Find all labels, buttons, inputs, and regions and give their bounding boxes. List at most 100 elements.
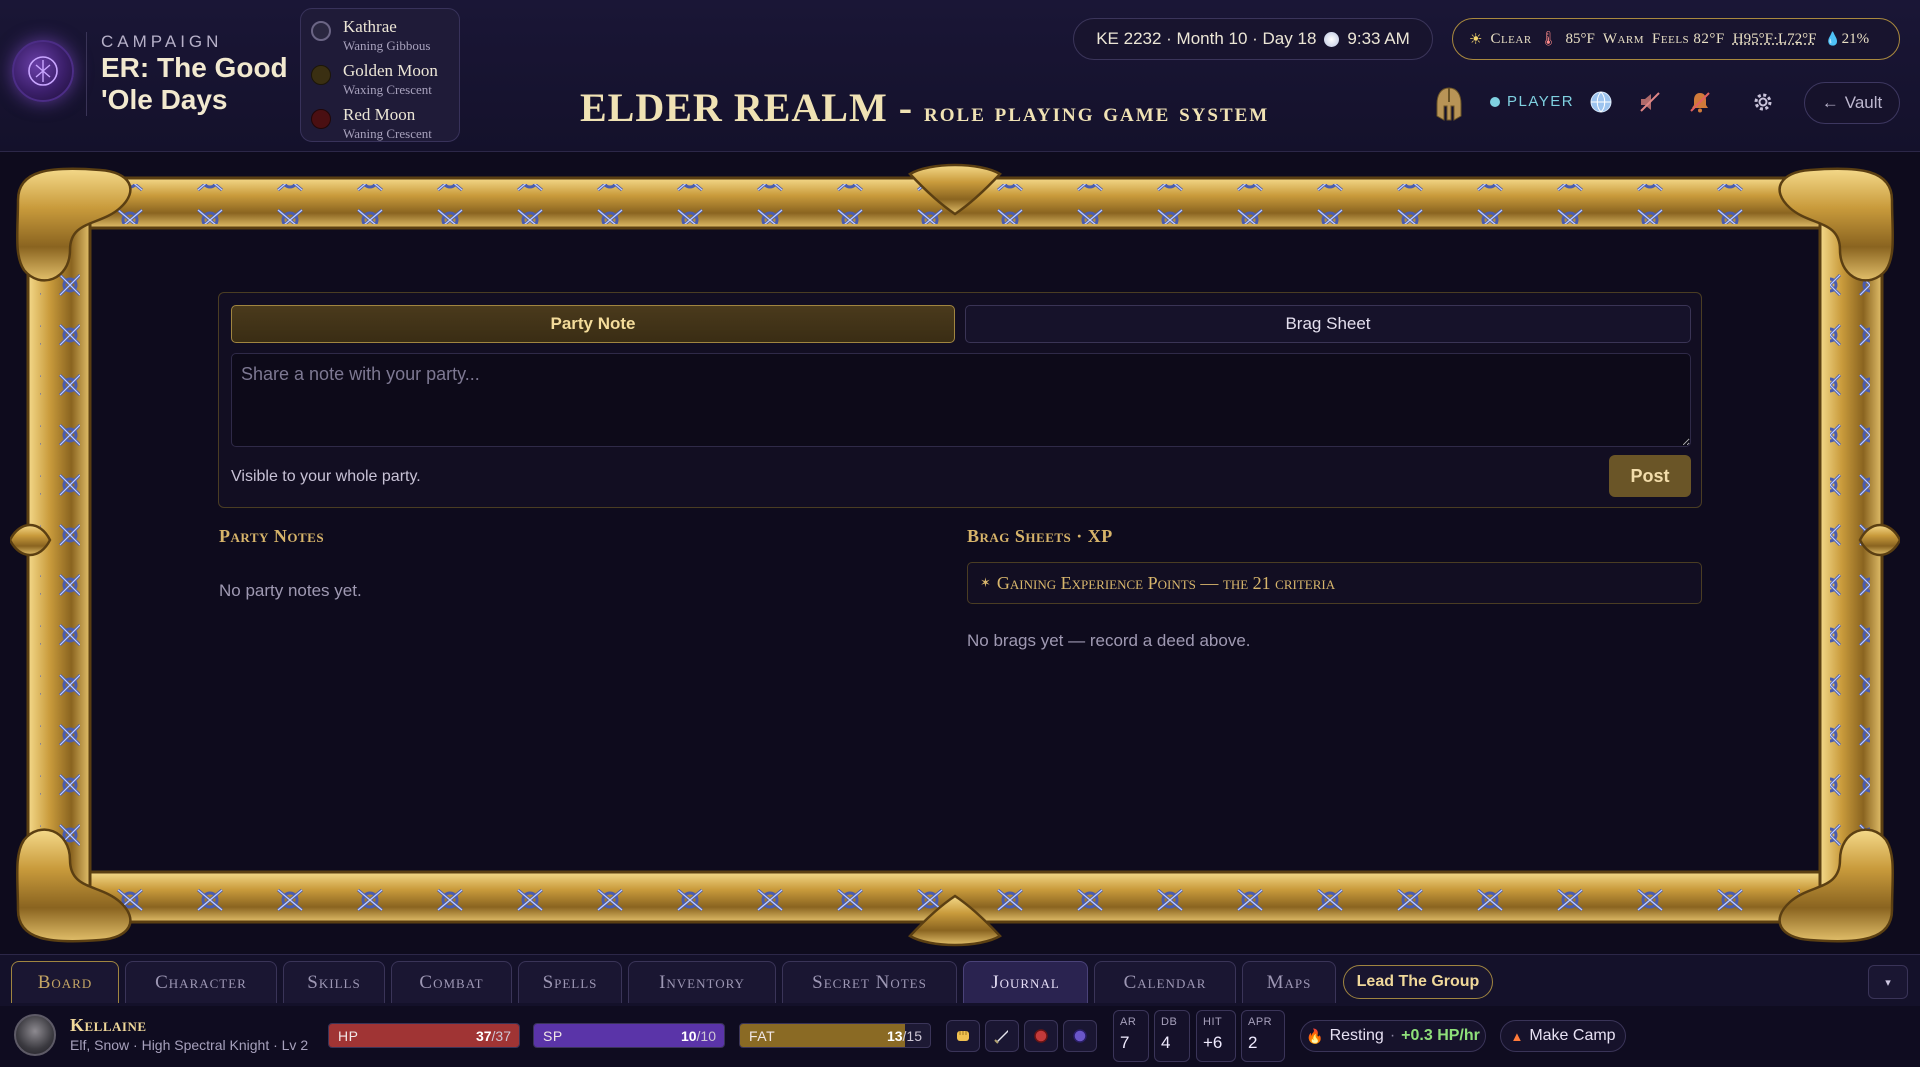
sp-label: SP — [543, 1028, 563, 1044]
hp-max: 37 — [495, 1028, 511, 1044]
gear-icon[interactable] — [1751, 90, 1775, 114]
post-button[interactable]: Post — [1609, 455, 1691, 497]
fatigue-bar[interactable]: FAT 13/15 — [739, 1023, 931, 1048]
tab-spells[interactable]: Spells — [518, 961, 622, 1003]
stat-armor-rating: AR 7 — [1113, 1010, 1149, 1062]
sun-icon: ☀ — [1469, 31, 1483, 48]
moon-circle-icon — [311, 109, 331, 129]
tent-icon: ▲ — [1510, 1028, 1524, 1044]
resting-status[interactable]: 🔥 Resting · +0.3 HP/hr — [1300, 1020, 1486, 1052]
hp-value: 37/37 — [475, 1028, 511, 1044]
campaign-emblem-icon[interactable] — [12, 40, 74, 102]
note-compose-panel: Party Note Brag Sheet Visible to your wh… — [218, 292, 1702, 508]
dot-separator: · — [1389, 1027, 1396, 1044]
collapse-chevron-icon[interactable]: ▾ — [1868, 965, 1908, 999]
moon-name: Kathrae — [343, 17, 397, 36]
make-camp-button[interactable]: ▲ Make Camp — [1500, 1020, 1626, 1052]
app-title-main: ELDER REALM - — [580, 85, 914, 130]
stat-value: +6 — [1203, 1033, 1223, 1052]
character-status-bar: Kellaine Elf, Snow · High Spectral Knigh… — [0, 1006, 1920, 1067]
flame-icon: 🔥 — [1306, 1027, 1324, 1044]
moon-kathrae: Kathrae Waning Gibbous — [309, 15, 459, 55]
stat-hit: HIT +6 — [1196, 1010, 1236, 1062]
fatigue-max: 15 — [906, 1028, 922, 1044]
game-date-pill[interactable]: KE 2232 · Month 10 · Day 18 9:33 AM — [1073, 18, 1433, 60]
lead-the-group-button[interactable]: Lead The Group — [1343, 965, 1493, 999]
header-divider — [86, 32, 87, 116]
tab-party-note[interactable]: Party Note — [231, 305, 955, 343]
stat-attacks-per-round: APR 2 — [1241, 1010, 1285, 1062]
xp-criteria-expander[interactable]: ✶ Gaining Experience Points — the 21 cri… — [967, 562, 1702, 604]
arrow-left-icon: ← — [1821, 93, 1839, 112]
party-notes-empty: No party notes yet. — [219, 581, 362, 600]
thermometer-icon: 🌡 — [1539, 31, 1558, 47]
role-label: PLAYER — [1507, 93, 1575, 110]
character-name[interactable]: Kellaine — [70, 1015, 147, 1036]
party-note-input[interactable] — [231, 353, 1691, 447]
brag-empty: No brags yet — record a deed above. — [967, 631, 1251, 650]
tab-brag-sheet[interactable]: Brag Sheet — [965, 305, 1691, 343]
moon-circle-icon — [311, 65, 331, 85]
game-time: 9:33 AM — [1347, 29, 1410, 48]
weather-pill[interactable]: ☀ Clear 🌡 85°F Warm Feels 82°F H95°F·L72… — [1452, 18, 1900, 60]
game-date: KE 2232 · Month 10 · Day 18 — [1096, 29, 1317, 48]
resting-label: Resting — [1329, 1027, 1384, 1044]
sp-value: 10/10 — [680, 1028, 716, 1044]
stat-label: APR — [1248, 1016, 1273, 1028]
make-camp-label: Make Camp — [1529, 1027, 1616, 1044]
hp-label: HP — [338, 1028, 359, 1044]
muted-speaker-icon[interactable] — [1638, 90, 1662, 114]
role-badge: PLAYER — [1490, 93, 1574, 110]
fist-icon[interactable] — [946, 1020, 980, 1052]
fatigue-current: 13 — [886, 1028, 903, 1044]
sp-bar[interactable]: SP 10/10 — [533, 1023, 725, 1048]
tab-board[interactable]: Board — [11, 961, 119, 1003]
hp-bar[interactable]: HP 37/37 — [328, 1023, 520, 1048]
tab-inventory[interactable]: Inventory — [628, 961, 776, 1003]
tab-secret-notes[interactable]: Secret Notes — [782, 961, 957, 1003]
star-icon: ✶ — [980, 575, 991, 590]
globe-icon[interactable] — [1589, 90, 1613, 114]
xp-criteria-label: Gaining Experience Points — the 21 crite… — [996, 572, 1336, 593]
moon-red: Red Moon Waning Crescent — [309, 103, 459, 143]
moon-circle-icon — [311, 21, 331, 41]
tab-skills[interactable]: Skills — [283, 961, 385, 1003]
stat-value: 4 — [1161, 1033, 1171, 1052]
moon-phase: Waxing Crescent — [343, 82, 432, 97]
campaign-name[interactable]: ER: The Good 'Ole Days — [101, 52, 291, 116]
party-notes-title: Party Notes — [219, 526, 325, 546]
weather-humidity: 21% — [1841, 30, 1870, 47]
tab-character[interactable]: Character — [125, 961, 277, 1003]
sword-icon[interactable] — [985, 1020, 1019, 1052]
app-title-sub: role playing game system — [924, 97, 1270, 127]
stat-label: DB — [1161, 1016, 1178, 1028]
hp-current: 37 — [475, 1028, 492, 1044]
stat-value: 7 — [1120, 1033, 1130, 1052]
weather-hilo: H95°F·L72°F — [1732, 30, 1817, 47]
stat-defense-bonus: DB 4 — [1154, 1010, 1190, 1062]
hp-regen-rate: +0.3 HP/hr — [1401, 1027, 1480, 1044]
tab-calendar[interactable]: Calendar — [1094, 961, 1236, 1003]
helmet-icon[interactable] — [1434, 86, 1464, 127]
purple-orb-icon[interactable] — [1063, 1020, 1097, 1052]
red-orb-icon[interactable] — [1024, 1020, 1058, 1052]
stat-value: 2 — [1248, 1033, 1258, 1052]
tab-maps[interactable]: Maps — [1242, 961, 1336, 1003]
tab-journal[interactable]: Journal — [963, 961, 1088, 1003]
status-dot-icon — [1490, 96, 1500, 107]
muted-bell-icon[interactable] — [1688, 90, 1712, 114]
fatigue-value: 13/15 — [886, 1028, 922, 1044]
vault-button[interactable]: ← Vault — [1804, 82, 1900, 124]
tab-combat[interactable]: Combat — [391, 961, 512, 1003]
clock-icon — [1324, 31, 1340, 47]
top-header: CAMPAIGN ER: The Good 'Ole Days Kathrae … — [0, 0, 1920, 152]
ornate-frame — [10, 160, 1900, 950]
character-avatar[interactable] — [14, 1014, 56, 1056]
moon-phase: Waning Crescent — [343, 126, 432, 141]
moon-phases-panel: Kathrae Waning Gibbous Golden Moon Waxin… — [300, 8, 460, 142]
app-title: ELDER REALM - role playing game system — [580, 84, 1269, 131]
weather-feels: Feels 82°F — [1652, 30, 1725, 47]
sp-max: 10 — [700, 1028, 716, 1044]
character-description: Elf, Snow · High Spectral Knight · Lv 2 — [70, 1037, 309, 1053]
campaign-kicker: CAMPAIGN — [101, 32, 223, 51]
